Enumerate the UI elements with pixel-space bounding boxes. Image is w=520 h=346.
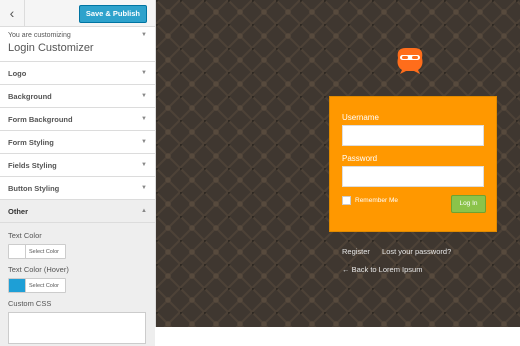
- customizer-sidebar: ‹ Save & Publish You are customizing Log…: [0, 0, 156, 346]
- chevron-down-icon: ▼: [141, 93, 147, 99]
- login-links: Register Lost your password?: [342, 247, 461, 256]
- custom-css-label: Custom CSS: [8, 299, 52, 308]
- section-label: Logo: [8, 69, 27, 78]
- text-color-label: Text Color: [8, 231, 42, 240]
- save-publish-button[interactable]: Save & Publish: [78, 5, 147, 23]
- chevron-down-icon: ▼: [141, 185, 147, 191]
- back-to-site-link[interactable]: ← Back to Lorem Ipsum: [342, 265, 422, 274]
- theme-title: Login Customizer: [8, 42, 94, 54]
- hover-color-picker[interactable]: Select Color: [8, 278, 66, 293]
- register-link[interactable]: Register: [342, 247, 370, 256]
- section-background[interactable]: Background ▼: [0, 85, 155, 108]
- password-input[interactable]: [342, 166, 484, 187]
- other-panel: Text Color Select Color Text Color (Hove…: [0, 223, 155, 346]
- remember-label: Remember Me: [355, 197, 398, 204]
- remember-me: Remember Me: [342, 196, 398, 205]
- section-form-styling[interactable]: Form Styling ▼: [0, 131, 155, 154]
- lost-password-link[interactable]: Lost your password?: [382, 247, 451, 256]
- section-label: Form Background: [8, 115, 73, 124]
- section-label: Form Styling: [8, 138, 54, 147]
- custom-css-textarea[interactable]: [8, 312, 146, 344]
- chevron-down-icon: ▼: [141, 70, 147, 76]
- customizer-topbar: ‹ Save & Publish: [0, 0, 155, 27]
- section-form-background[interactable]: Form Background ▼: [0, 108, 155, 131]
- section-label: Other: [8, 207, 29, 216]
- section-fields-styling[interactable]: Fields Styling ▼: [0, 154, 155, 177]
- customizing-label: You are customizing: [8, 32, 71, 39]
- select-color-text: Select Color: [29, 282, 59, 289]
- section-logo[interactable]: Logo ▼: [0, 62, 155, 85]
- logo-icon: [397, 48, 423, 74]
- section-label: Background: [8, 92, 52, 101]
- section-label: Fields Styling: [8, 161, 57, 170]
- chevron-down-icon: ▼: [141, 32, 147, 38]
- login-button[interactable]: Log In: [451, 195, 486, 213]
- remember-checkbox[interactable]: [342, 196, 351, 205]
- hover-color-swatch: [9, 279, 26, 292]
- back-button[interactable]: ‹: [0, 0, 25, 26]
- section-label: Button Styling: [8, 184, 60, 193]
- chevron-up-icon: ▲: [141, 208, 147, 214]
- chevron-down-icon: ▼: [141, 162, 147, 168]
- chevron-down-icon: ▼: [141, 139, 147, 145]
- login-form: Username Password Remember Me Log In: [329, 96, 497, 232]
- username-input[interactable]: [342, 125, 484, 146]
- username-label: Username: [342, 113, 379, 122]
- text-color-swatch: [9, 245, 26, 258]
- password-label: Password: [342, 154, 378, 163]
- section-button-styling[interactable]: Button Styling ▼: [0, 177, 155, 200]
- section-other[interactable]: Other ▲: [0, 200, 155, 223]
- chevron-left-icon: ‹: [9, 5, 15, 21]
- text-color-picker[interactable]: Select Color: [8, 244, 66, 259]
- hover-color-label: Text Color (Hover): [8, 265, 69, 274]
- chevron-down-icon: ▼: [141, 116, 147, 122]
- customizing-info: You are customizing Login Customizer ▼: [0, 27, 155, 62]
- select-color-text: Select Color: [29, 248, 59, 255]
